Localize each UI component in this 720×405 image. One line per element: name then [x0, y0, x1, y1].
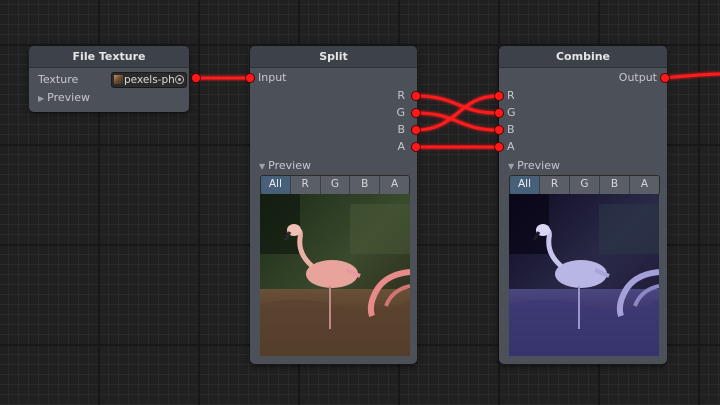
- collapse-triangle-icon: ▶: [38, 94, 45, 103]
- split-channel-a[interactable]: A: [380, 176, 409, 194]
- combine-input-a-label: A: [507, 140, 515, 153]
- split-input-label: Input: [258, 71, 287, 84]
- combine-preview-image: [509, 194, 659, 356]
- split-title[interactable]: Split: [250, 46, 417, 68]
- split-output-a-label: A: [397, 140, 405, 153]
- split-output-a-port[interactable]: [411, 142, 421, 152]
- combine-input-g-label: G: [507, 106, 516, 119]
- split-channel-g[interactable]: G: [320, 176, 351, 194]
- wire-g-to-b: [415, 111, 499, 132]
- split-output-g-label: G: [396, 106, 405, 119]
- wire-b-to-r: [415, 94, 499, 132]
- split-channel-bar: All R G B A: [260, 175, 410, 195]
- combine-channel-a[interactable]: A: [630, 176, 659, 194]
- split-preview-image: [260, 194, 410, 356]
- combine-channel-g[interactable]: G: [570, 176, 600, 194]
- split-output-b-port[interactable]: [411, 125, 421, 135]
- split-input-port[interactable]: [245, 73, 255, 83]
- split-channel-r[interactable]: R: [290, 176, 321, 194]
- file-texture-title[interactable]: File Texture: [29, 46, 189, 68]
- file-texture-preview-label: Preview: [47, 91, 90, 104]
- combine-channel-bar: All R G B A: [509, 175, 660, 195]
- combine-preview-toggle[interactable]: ▼ Preview: [508, 158, 560, 174]
- combine-input-g-port[interactable]: [494, 108, 504, 118]
- texture-thumbnail-icon: [114, 75, 123, 84]
- split-output-r-label: R: [397, 89, 405, 102]
- combine-input-b-port[interactable]: [494, 125, 504, 135]
- split-output-g-port[interactable]: [411, 108, 421, 118]
- combine-channel-b[interactable]: B: [600, 176, 630, 194]
- combine-node[interactable]: Combine Output R G B A ▼ Preview All R G …: [494, 46, 670, 364]
- combine-output-port[interactable]: [660, 73, 670, 83]
- combine-preview-label: Preview: [517, 159, 560, 172]
- combine-channel-all[interactable]: All: [510, 176, 540, 194]
- texture-field[interactable]: pexels-ph: [111, 72, 187, 88]
- wire-r-to-g: [415, 94, 499, 115]
- combine-output-label: Output: [618, 71, 657, 84]
- split-preview-label: Preview: [268, 159, 311, 172]
- combine-channel-r[interactable]: R: [540, 176, 570, 194]
- object-picker-icon[interactable]: [175, 75, 184, 84]
- split-output-r-port[interactable]: [411, 91, 421, 101]
- combine-input-a-port[interactable]: [494, 142, 504, 152]
- split-channel-all[interactable]: All: [261, 176, 291, 194]
- collapse-triangle-icon: ▼: [259, 162, 266, 171]
- split-channel-b[interactable]: B: [350, 176, 381, 194]
- combine-title[interactable]: Combine: [499, 46, 667, 68]
- file-texture-preview-toggle[interactable]: ▶ Preview: [38, 90, 90, 106]
- split-preview-toggle[interactable]: ▼ Preview: [259, 158, 311, 174]
- combine-input-b-label: B: [507, 123, 515, 136]
- combine-input-r-port[interactable]: [494, 91, 504, 101]
- collapse-triangle-icon: ▼: [508, 162, 515, 171]
- split-node[interactable]: Split Input R G B A ▼ Preview All R G B A: [245, 46, 421, 364]
- combine-input-r-label: R: [507, 89, 515, 102]
- texture-field-value: pexels-ph: [124, 74, 175, 86]
- file-texture-output-port[interactable]: [191, 73, 201, 83]
- split-output-b-label: B: [397, 123, 405, 136]
- texture-label: Texture: [38, 73, 79, 86]
- file-texture-node[interactable]: File Texture Texture pexels-ph ▶ Preview: [29, 46, 201, 112]
